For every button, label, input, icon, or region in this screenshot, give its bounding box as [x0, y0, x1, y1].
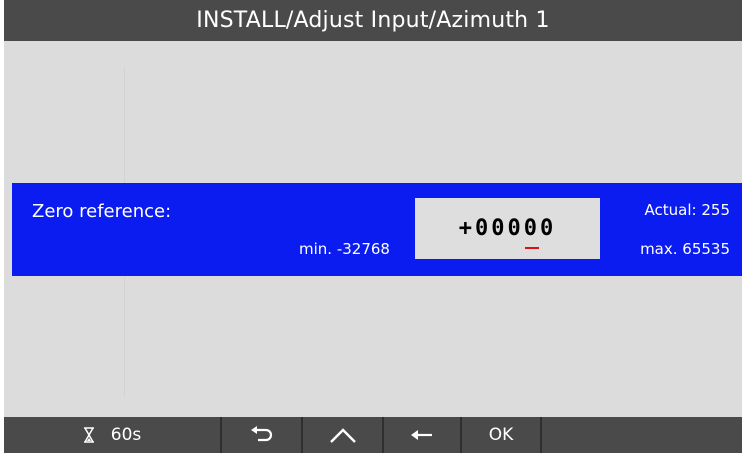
left-button[interactable]: [384, 417, 462, 453]
actual-value-label: Actual: 255: [644, 201, 730, 219]
device-screen: INSTALL/Adjust Input/Azimuth 1 Zero refe…: [4, 0, 742, 453]
page-title: INSTALL/Adjust Input/Azimuth 1: [196, 8, 550, 33]
max-value-label: max. 65535: [640, 240, 730, 258]
value-digits-trailing: 0: [540, 216, 557, 241]
title-bar: INSTALL/Adjust Input/Azimuth 1: [4, 0, 742, 41]
return-arrow-icon: [249, 426, 275, 444]
chevron-up-icon: [328, 426, 358, 444]
min-value-label: min. -32768: [299, 240, 390, 258]
back-button[interactable]: [222, 417, 303, 453]
parameter-row-zero-reference[interactable]: Zero reference: min. -32768 +000 0 0 Actua…: [12, 183, 742, 276]
softkey-bar: 60s OK: [4, 417, 742, 453]
value-editor[interactable]: +000 0 0: [415, 198, 600, 259]
value-sign: +: [458, 216, 475, 241]
timer-label: 60s: [110, 425, 142, 445]
timer-softkey[interactable]: 60s: [4, 417, 222, 453]
parameter-label: Zero reference:: [32, 201, 172, 222]
ok-label: OK: [488, 425, 514, 445]
value-cursor-digit[interactable]: 0: [524, 216, 540, 249]
up-button[interactable]: [303, 417, 384, 453]
left-arrow-icon: [410, 429, 434, 441]
ok-button[interactable]: OK: [462, 417, 542, 453]
content-area: Zero reference: min. -32768 +000 0 0 Actua…: [4, 41, 742, 417]
hourglass-icon: [83, 427, 95, 443]
empty-softkey: [542, 417, 742, 453]
value-digits-leading: 000: [475, 216, 524, 241]
